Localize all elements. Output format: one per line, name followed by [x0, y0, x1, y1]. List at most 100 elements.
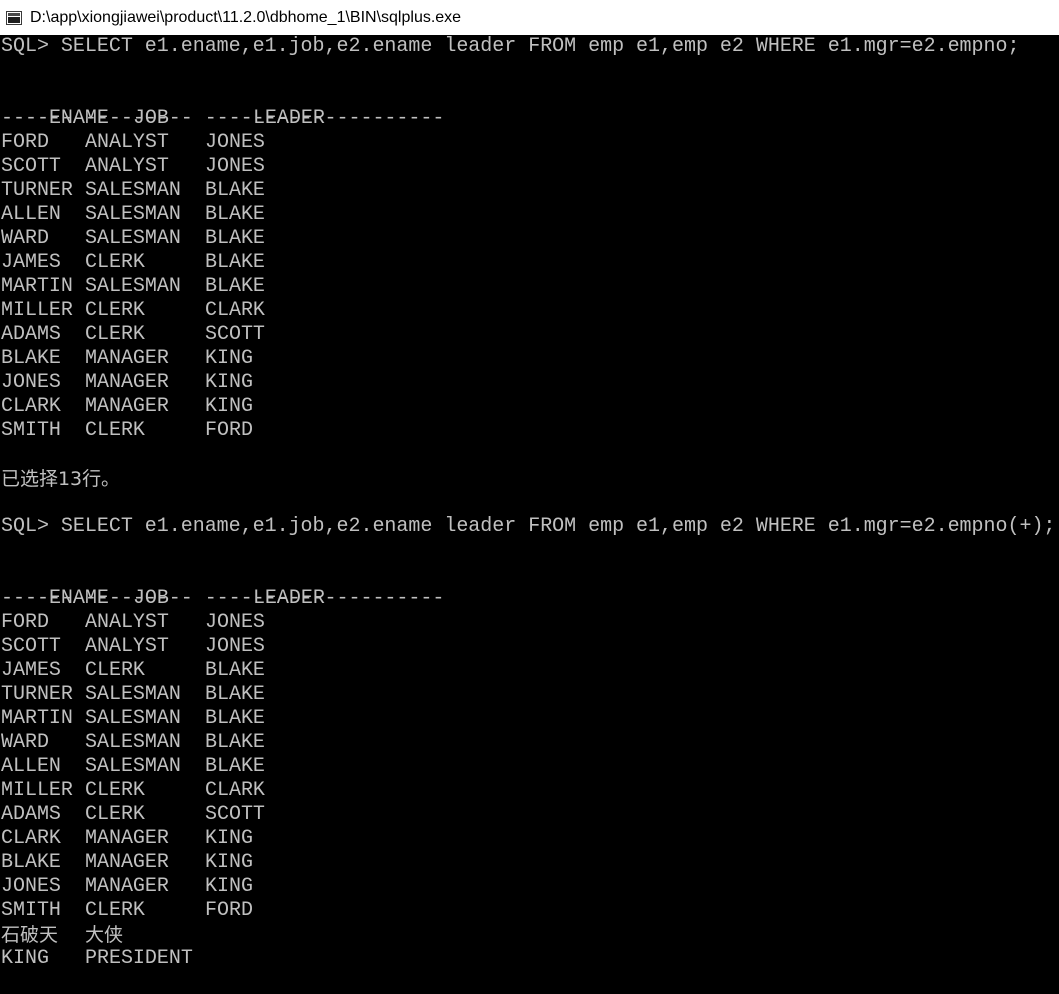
table-row: CLARK MANAGER KING [0, 827, 1059, 851]
table-row: TURNER SALESMAN BLAKE [0, 683, 1059, 707]
cell-ename: MILLER [1, 779, 73, 802]
cell-job: SALESMAN [85, 275, 181, 298]
cell-ename: MARTIN [1, 275, 73, 298]
cell-job: SALESMAN [85, 227, 181, 250]
cell-ename: CLARK [1, 395, 61, 418]
cell-leader: JONES [205, 635, 265, 658]
table-row: JONES MANAGER KING [0, 875, 1059, 899]
cell-job: SALESMAN [85, 683, 181, 706]
table-row: ADAMS CLERK SCOTT [0, 803, 1059, 827]
cell-leader: KING [205, 875, 253, 898]
cell-leader: CLARK [205, 779, 265, 802]
result-rows-2: FORD ANALYST JONES SCOTT ANALYST JONES JAMES CL… [0, 611, 1059, 971]
cell-ename: SMITH [1, 419, 61, 442]
cell-job: SALESMAN [85, 755, 181, 778]
cell-ename: TURNER [1, 179, 73, 202]
cell-leader: BLAKE [205, 251, 265, 274]
table-row: MARTIN SALESMAN BLAKE [0, 275, 1059, 299]
table-row: ALLEN SALESMAN BLAKE [0, 203, 1059, 227]
cell-ename: BLAKE [1, 347, 61, 370]
table-row: KING PRESIDENT [0, 947, 1059, 971]
cell-job: ANALYST [85, 155, 169, 178]
cell-ename: MARTIN [1, 707, 73, 730]
result-header-1: ENAME JOB LEADER [0, 83, 1059, 130]
table-row: SCOTT ANALYST JONES [0, 155, 1059, 179]
cell-leader: BLAKE [205, 203, 265, 226]
cell-leader: BLAKE [205, 755, 265, 778]
cell-ename: ADAMS [1, 323, 61, 346]
cell-leader: JONES [205, 131, 265, 154]
cell-job: CLERK [85, 299, 145, 322]
cell-leader: FORD [205, 899, 253, 922]
table-row: SMITH CLERK FORD [0, 419, 1059, 443]
cell-ename: KING [1, 947, 49, 970]
cell-leader: CLARK [205, 299, 265, 322]
window-title: D:\app\xiongjiawei\product\11.2.0\dbhome… [30, 8, 462, 26]
table-row: SCOTT ANALYST JONES [0, 635, 1059, 659]
table-row: BLAKE MANAGER KING [0, 851, 1059, 875]
cell-job: CLERK [85, 803, 145, 826]
cell-job: CLERK [85, 899, 145, 922]
cell-ename: ALLEN [1, 755, 61, 778]
table-row: MARTIN SALESMAN BLAKE [0, 707, 1059, 731]
cell-ename: BLAKE [1, 851, 61, 874]
result-separator-2: ------ --------- -------------------- [1, 587, 445, 610]
cell-job: SALESMAN [85, 731, 181, 754]
cell-leader: JONES [205, 611, 265, 634]
cell-ename: JONES [1, 875, 61, 898]
table-row: JAMES CLERK BLAKE [0, 251, 1059, 275]
cell-job: CLERK [85, 419, 145, 442]
cell-job: SALESMAN [85, 179, 181, 202]
cell-leader: BLAKE [205, 179, 265, 202]
cell-job: ANALYST [85, 131, 169, 154]
cell-leader: BLAKE [205, 707, 265, 730]
cell-ename: MILLER [1, 299, 73, 322]
cell-job: CLERK [85, 659, 145, 682]
console-output[interactable]: SQL> SELECT e1.ename,e1.job,e2.ename lea… [0, 35, 1059, 994]
cell-ename: JAMES [1, 659, 61, 682]
cell-ename: SCOTT [1, 155, 61, 178]
cell-job: CLERK [85, 251, 145, 274]
table-row: MILLER CLERK CLARK [0, 779, 1059, 803]
console-window-icon[interactable] [6, 10, 22, 25]
cell-job: CLERK [85, 779, 145, 802]
cell-ename: SCOTT [1, 635, 61, 658]
cell-leader: KING [205, 347, 253, 370]
cell-leader: BLAKE [205, 275, 265, 298]
cell-job: MANAGER [85, 875, 169, 898]
table-row: JAMES CLERK BLAKE [0, 659, 1059, 683]
cell-job: ANALYST [85, 635, 169, 658]
table-row: ADAMS CLERK SCOTT [0, 323, 1059, 347]
table-row: BLAKE MANAGER KING [0, 347, 1059, 371]
cell-job: ANALYST [85, 611, 169, 634]
table-row: MILLER CLERK CLARK [0, 299, 1059, 323]
cell-leader: JONES [205, 155, 265, 178]
title-bar[interactable]: D:\app\xiongjiawei\product\11.2.0\dbhome… [0, 0, 1059, 35]
cell-leader: KING [205, 851, 253, 874]
cell-leader: FORD [205, 419, 253, 442]
cell-leader: KING [205, 827, 253, 850]
cell-ename: JONES [1, 371, 61, 394]
cell-ename: CLARK [1, 827, 61, 850]
table-row: SMITH CLERK FORD [0, 899, 1059, 923]
cell-ename: TURNER [1, 683, 73, 706]
cell-job: PRESIDENT [85, 947, 193, 970]
cell-job: MANAGER [85, 395, 169, 418]
cell-ename: ALLEN [1, 203, 61, 226]
cell-ename: SMITH [1, 899, 61, 922]
cell-ename: WARD [1, 227, 49, 250]
cell-leader: BLAKE [205, 731, 265, 754]
cell-leader: KING [205, 395, 253, 418]
table-row: TURNER SALESMAN BLAKE [0, 179, 1059, 203]
cell-leader: BLAKE [205, 227, 265, 250]
table-row: CLARK MANAGER KING [0, 395, 1059, 419]
cell-leader: BLAKE [205, 659, 265, 682]
cell-job: MANAGER [85, 347, 169, 370]
cell-ename: FORD [1, 611, 49, 634]
result-rows-1: FORD ANALYST JONES SCOTT ANALYST JONES TURNER S… [0, 131, 1059, 443]
result-separator-1: ------ --------- -------------------- [1, 107, 445, 130]
cell-ename: JAMES [1, 251, 61, 274]
